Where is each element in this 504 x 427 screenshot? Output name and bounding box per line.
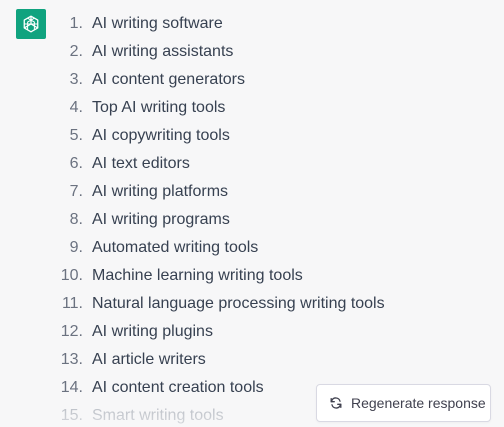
- regenerate-response-label: Regenerate response: [351, 395, 486, 411]
- list-item-text: AI writing plugins: [92, 323, 213, 340]
- list-item: 3. AI content generators: [0, 66, 504, 94]
- list-item-number: 8.: [69, 211, 83, 228]
- list-item-text: Top AI writing tools: [92, 99, 226, 116]
- list-item: 7. AI writing platforms: [0, 178, 504, 206]
- list-item: 8. AI writing programs: [0, 206, 504, 234]
- list-item-number: 7.: [69, 183, 83, 200]
- list-item-text: AI writing assistants: [92, 43, 234, 60]
- list-item-number: 14.: [60, 379, 83, 396]
- list-item-number: 2.: [69, 43, 83, 60]
- list-item-text: Machine learning writing tools: [92, 267, 303, 284]
- list-item-number: 13.: [60, 351, 83, 368]
- list-item-number: 3.: [69, 71, 83, 88]
- list-item: 6. AI text editors: [0, 150, 504, 178]
- list-item-text: AI copywriting tools: [92, 127, 230, 144]
- regenerate-response-button[interactable]: Regenerate response: [316, 384, 491, 422]
- list-item-number: 10.: [60, 267, 83, 284]
- list-item-number: 15.: [60, 407, 83, 424]
- list-item-text: AI writing software: [92, 15, 223, 32]
- list-item: 2. AI writing assistants: [0, 38, 504, 66]
- list-item: 11. Natural language processing writing …: [0, 290, 504, 318]
- list-item-number: 4.: [69, 99, 83, 116]
- list-item: 1. AI writing software: [0, 10, 504, 38]
- list-item-text: AI text editors: [92, 155, 190, 172]
- list-item: 12. AI writing plugins: [0, 318, 504, 346]
- list-item-text: AI content generators: [92, 71, 245, 88]
- list-item-number: 6.: [69, 155, 83, 172]
- list-item: 9. Automated writing tools: [0, 234, 504, 262]
- list-item-number: 5.: [69, 127, 83, 144]
- list-item: 4. Top AI writing tools: [0, 94, 504, 122]
- list-item-number: 12.: [60, 323, 83, 340]
- list-item-text: AI content creation tools: [92, 379, 264, 396]
- list-item-text: Natural language processing writing tool…: [92, 295, 385, 312]
- refresh-icon: [329, 396, 343, 410]
- list-item-text: AI writing programs: [92, 211, 230, 228]
- list-item-number: 9.: [69, 239, 83, 256]
- list-item: 5. AI copywriting tools: [0, 122, 504, 150]
- list-item-number: 1.: [69, 15, 83, 32]
- chat-response-panel: 1. AI writing software 2. AI writing ass…: [0, 0, 504, 427]
- list-item: 10. Machine learning writing tools: [0, 262, 504, 290]
- list-item-text: Smart writing tools: [92, 407, 224, 424]
- list-item-text: AI writing platforms: [92, 183, 229, 200]
- list-item-number: 11.: [61, 295, 83, 312]
- list-item-text: AI article writers: [92, 351, 206, 368]
- list-item: 13. AI article writers: [0, 346, 504, 374]
- suggestion-list: 1. AI writing software 2. AI writing ass…: [0, 10, 504, 427]
- list-item-text: Automated writing tools: [92, 239, 259, 256]
